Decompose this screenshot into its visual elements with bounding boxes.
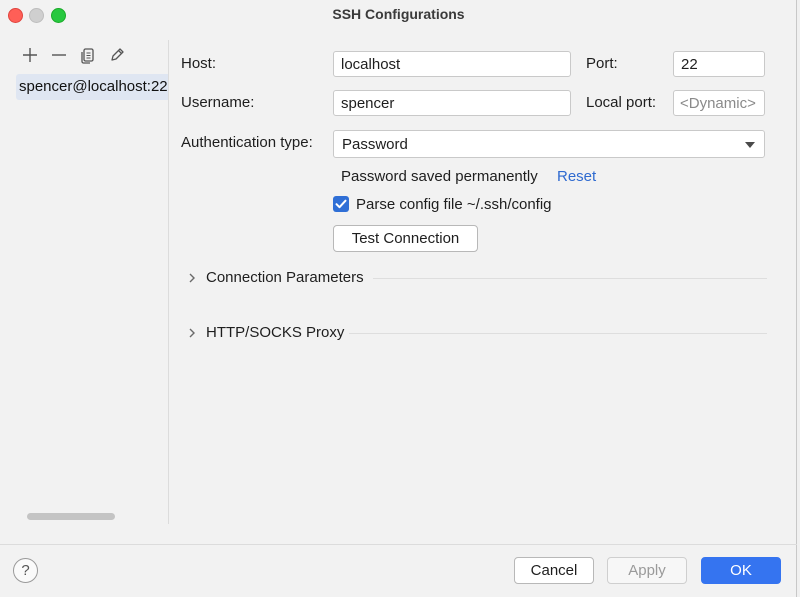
section-divider xyxy=(349,333,767,334)
window-title: SSH Configurations xyxy=(332,6,465,22)
cancel-button[interactable]: Cancel xyxy=(514,557,594,584)
configurations-sidebar: spencer@localhost:22 xyxy=(0,38,168,524)
config-list-item[interactable]: spencer@localhost:22 xyxy=(16,74,168,100)
section-divider xyxy=(373,278,767,279)
parse-config-checkbox[interactable] xyxy=(333,196,349,212)
plus-icon[interactable] xyxy=(21,46,39,64)
connection-parameters-label: Connection Parameters xyxy=(206,269,364,286)
username-label: Username: xyxy=(181,94,255,111)
password-status-text: Password saved permanently xyxy=(341,168,538,185)
host-input[interactable] xyxy=(333,51,571,77)
http-socks-proxy-section[interactable]: HTTP/SOCKS Proxy xyxy=(187,323,767,343)
username-input[interactable] xyxy=(333,90,571,116)
chevron-right-icon xyxy=(187,271,197,287)
copy-icon[interactable] xyxy=(79,46,97,64)
parse-config-label: Parse config file ~/.ssh/config xyxy=(356,196,552,213)
reset-link[interactable]: Reset xyxy=(557,168,596,185)
help-button[interactable]: ? xyxy=(13,558,38,583)
local-port-label: Local port: xyxy=(586,94,657,111)
port-input[interactable] xyxy=(673,51,765,77)
local-port-input[interactable] xyxy=(673,90,765,116)
minus-icon[interactable] xyxy=(50,46,68,64)
auth-type-label: Authentication type: xyxy=(181,134,313,151)
test-connection-button[interactable]: Test Connection xyxy=(333,225,478,252)
auth-type-value: Password xyxy=(342,136,408,153)
footer-divider xyxy=(0,544,797,545)
apply-button[interactable]: Apply xyxy=(607,557,687,584)
host-label: Host: xyxy=(181,55,217,72)
horizontal-scrollbar[interactable] xyxy=(27,513,115,520)
checkmark-icon xyxy=(335,199,347,209)
port-label: Port: xyxy=(586,55,618,72)
chevron-down-icon xyxy=(745,142,755,148)
connection-parameters-section[interactable]: Connection Parameters xyxy=(187,268,767,288)
auth-type-select[interactable]: Password xyxy=(333,130,765,158)
ssh-configurations-dialog: SSH Configurations spencer@localhost:22 … xyxy=(0,0,797,597)
http-socks-proxy-label: HTTP/SOCKS Proxy xyxy=(206,324,345,341)
ok-button[interactable]: OK xyxy=(701,557,781,584)
pane-divider xyxy=(168,40,169,524)
chevron-right-icon xyxy=(187,326,197,342)
title-bar: SSH Configurations xyxy=(0,0,797,30)
pencil-icon[interactable] xyxy=(108,46,126,64)
